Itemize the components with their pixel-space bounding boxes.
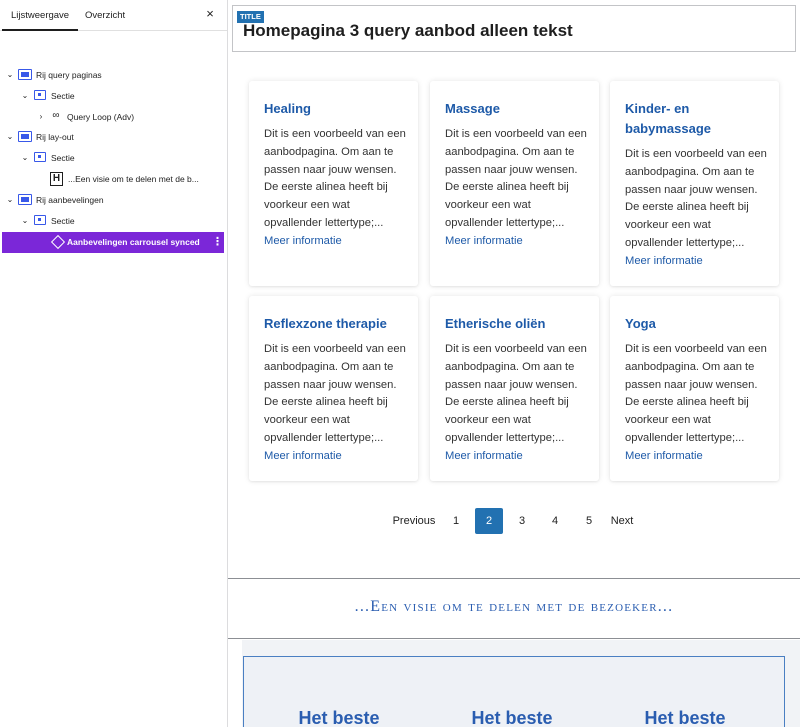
testimonials-carousel[interactable]: Het beste Het beste Het beste	[243, 656, 785, 727]
tab-list-view[interactable]: Lijstweergave	[2, 0, 79, 31]
offer-card[interactable]: Yoga Dit is een voorbeeld van een aanbod…	[610, 296, 779, 481]
offer-card[interactable]: Massage Dit is een voorbeeld van een aan…	[430, 81, 599, 286]
pagination-page-current[interactable]: 2	[475, 508, 503, 534]
row-icon	[18, 69, 32, 80]
tree-item-section[interactable]: ⌄ Sectie	[2, 86, 224, 107]
tree-item-label: Rij lay-out	[36, 132, 74, 142]
testimonial-title: Het beste	[471, 708, 553, 727]
pagination-page[interactable]: 1	[446, 508, 466, 534]
pagination-previous[interactable]: Previous	[388, 508, 440, 534]
pagination-page[interactable]: 3	[512, 508, 532, 534]
pagination-page[interactable]: 4	[545, 508, 565, 534]
read-more-link[interactable]: Meer informatie	[264, 233, 342, 249]
tree-item-query-loop[interactable]: › ∞ Query Loop (Adv)	[2, 107, 224, 128]
chevron-down-icon[interactable]: ⌄	[6, 70, 14, 80]
offer-card[interactable]: Healing Dit is een voorbeeld van een aan…	[249, 81, 418, 286]
card-excerpt: Dit is een voorbeeld van een aanbodpagin…	[625, 148, 767, 249]
row-icon	[18, 131, 32, 142]
tree-item-label: Sectie	[51, 91, 75, 101]
tree-item-row-recommendations[interactable]: ⌄ Rij aanbevelingen	[2, 190, 224, 211]
card-title[interactable]: Reflexzone therapie	[264, 314, 387, 334]
tree-item-label: ...Een visie om te delen met de b...	[68, 174, 199, 184]
chevron-down-icon[interactable]: ⌄	[6, 195, 14, 205]
section-icon	[34, 152, 46, 162]
chevron-down-icon[interactable]: ⌄	[21, 153, 29, 163]
loop-icon: ∞	[52, 110, 60, 121]
read-more-link[interactable]: Meer informatie	[625, 253, 703, 269]
testimonial-title: Het beste	[644, 708, 726, 727]
close-icon[interactable]: ×	[204, 7, 216, 20]
offer-card[interactable]: Kinder- en babymassage Dit is een voorbe…	[610, 81, 779, 286]
read-more-link[interactable]: Meer informatie	[625, 448, 703, 464]
card-excerpt: Dit is een voorbeeld van een aanbodpagin…	[264, 343, 406, 444]
offer-card[interactable]: Reflexzone therapie Dit is een voorbeeld…	[249, 296, 418, 481]
tree-item-heading[interactable]: H ...Een visie om te delen met de b...	[2, 169, 224, 190]
tree-item-synced-carousel[interactable]: Aanbevelingen carrousel synced ⋮	[2, 232, 224, 253]
read-more-link[interactable]: Meer informatie	[264, 448, 342, 464]
card-title[interactable]: Yoga	[625, 314, 656, 334]
chevron-down-icon[interactable]: ⌄	[21, 216, 29, 226]
tree-item-section[interactable]: ⌄ Sectie	[2, 148, 224, 169]
tree-item-label: Rij aanbevelingen	[36, 195, 104, 205]
read-more-link[interactable]: Meer informatie	[445, 448, 523, 464]
tree-item-label: Sectie	[51, 153, 75, 163]
testimonial-title: Het beste	[298, 708, 380, 727]
tree-item-label: Sectie	[51, 216, 75, 226]
section-divider	[228, 638, 800, 639]
tree-item-section[interactable]: ⌄ Sectie	[2, 211, 224, 232]
pagination: Previous 1 2 3 4 5 Next	[388, 508, 648, 534]
card-title[interactable]: Kinder- en babymassage	[625, 99, 765, 139]
section-icon	[34, 90, 46, 100]
heading-icon: H	[50, 172, 63, 186]
vision-heading[interactable]: ...Een visie om te delen met de bezoeker…	[228, 598, 800, 616]
chevron-down-icon[interactable]: ⌄	[6, 132, 14, 142]
card-excerpt: Dit is een voorbeeld van een aanbodpagin…	[264, 128, 406, 229]
card-excerpt: Dit is een voorbeeld van een aanbodpagin…	[445, 128, 587, 229]
post-title-block[interactable]: TITLE Homepagina 3 query aanbod alleen t…	[232, 5, 796, 52]
pagination-next[interactable]: Next	[606, 508, 638, 534]
chevron-right-icon[interactable]: ›	[37, 112, 45, 122]
tree-item-label: Rij query paginas	[36, 70, 102, 80]
more-options-icon[interactable]: ⋮	[212, 235, 223, 249]
read-more-link[interactable]: Meer informatie	[445, 233, 523, 249]
card-title[interactable]: Etherische oliën	[445, 314, 545, 334]
testimonials-section: Het beste Het beste Het beste	[242, 640, 800, 727]
editor-canvas: TITLE Homepagina 3 query aanbod alleen t…	[228, 0, 800, 727]
tree-item-label: Aanbevelingen carrousel synced	[67, 237, 200, 247]
section-divider	[228, 578, 800, 579]
card-excerpt: Dit is een voorbeeld van een aanbodpagin…	[445, 343, 587, 444]
panel-tabs: Lijstweergave Overzicht ×	[0, 0, 227, 31]
tree-item-row-layout[interactable]: ⌄ Rij lay-out	[2, 127, 224, 148]
card-excerpt: Dit is een voorbeeld van een aanbodpagin…	[625, 343, 767, 444]
tree-item-row-query[interactable]: ⌄ Rij query paginas	[2, 65, 224, 86]
offer-card[interactable]: Etherische oliën Dit is een voorbeeld va…	[430, 296, 599, 481]
page-title[interactable]: Homepagina 3 query aanbod alleen tekst	[243, 21, 573, 41]
list-view-panel: Lijstweergave Overzicht × ⌄ Rij query pa…	[0, 0, 228, 727]
card-title[interactable]: Massage	[445, 99, 500, 119]
tab-overview[interactable]: Overzicht	[76, 0, 134, 31]
card-title[interactable]: Healing	[264, 99, 311, 119]
chevron-down-icon[interactable]: ⌄	[21, 91, 29, 101]
pagination-page[interactable]: 5	[579, 508, 599, 534]
tree-item-label: Query Loop (Adv)	[67, 112, 135, 122]
row-icon	[18, 194, 32, 205]
synced-pattern-icon	[50, 234, 66, 250]
section-icon	[34, 215, 46, 225]
